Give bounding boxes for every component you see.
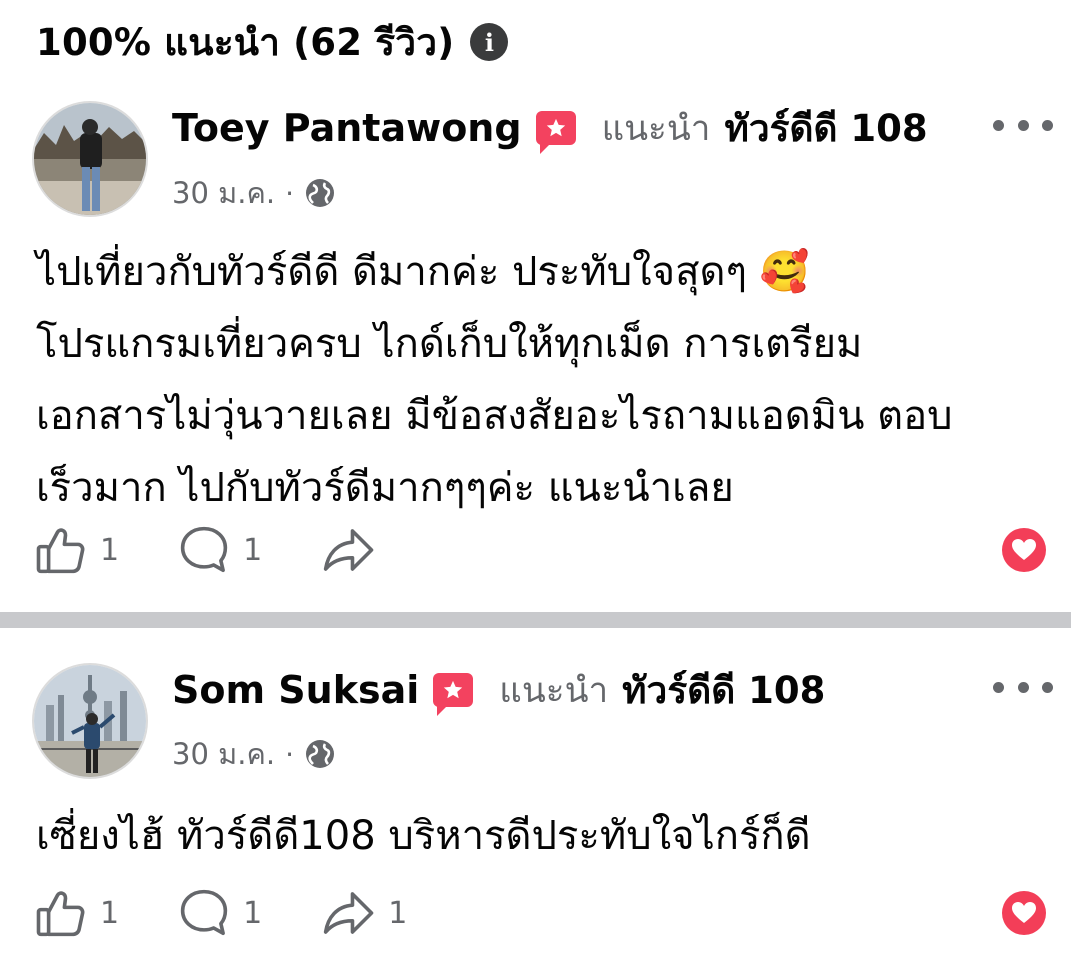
share-button[interactable]: 1 bbox=[320, 886, 407, 940]
love-reaction-icon[interactable] bbox=[1001, 527, 1047, 573]
avatar[interactable] bbox=[34, 665, 146, 777]
comment-count: 1 bbox=[243, 895, 263, 931]
more-options-icon[interactable] bbox=[993, 110, 1053, 140]
page-name-link[interactable]: ทัวร์ดีดี 108 bbox=[724, 99, 927, 158]
globe-icon bbox=[304, 738, 336, 770]
reviews-header: 100% แนะนำ (62 รีวิว) i bbox=[36, 14, 509, 70]
share-count: 1 bbox=[388, 895, 408, 931]
like-count: 1 bbox=[100, 895, 120, 931]
post-actions: 1 1 1 bbox=[34, 885, 1047, 941]
comment-icon bbox=[177, 523, 231, 577]
recommend-badge-icon bbox=[535, 111, 576, 154]
author-name[interactable]: Som Suksai bbox=[172, 668, 419, 712]
like-icon bbox=[34, 523, 88, 577]
like-count: 1 bbox=[100, 532, 120, 568]
reviews-summary-title: 100% แนะนำ (62 รีวิว) bbox=[36, 20, 455, 64]
review-text: เซี่ยงไฮ้ ทัวร์ดีดี108 บริหารดีประทับใจไ… bbox=[36, 813, 811, 859]
review-text: ไปเที่ยวกับทัวร์ดีดี ดีมากค่ะ ประทับใจสุ… bbox=[36, 249, 953, 511]
like-button[interactable]: 1 bbox=[34, 523, 119, 577]
love-reaction-icon[interactable] bbox=[1001, 890, 1047, 936]
comment-button[interactable]: 1 bbox=[177, 886, 262, 940]
comment-icon bbox=[177, 886, 231, 940]
post-divider bbox=[0, 612, 1071, 628]
post-date[interactable]: 30 ม.ค. bbox=[172, 731, 275, 777]
share-button[interactable] bbox=[320, 523, 388, 577]
meta-separator: · bbox=[285, 737, 294, 771]
author-name[interactable]: Toey Pantawong bbox=[172, 106, 522, 150]
share-icon bbox=[320, 523, 376, 577]
post-actions: 1 1 bbox=[34, 522, 1047, 578]
post-date[interactable]: 30 ม.ค. bbox=[172, 170, 275, 216]
globe-icon bbox=[304, 177, 336, 209]
post-header: Toey Pantawong แนะนำ ทัวร์ดีดี 108 bbox=[172, 100, 928, 156]
recommend-verb: แนะนำ bbox=[499, 670, 609, 711]
recommend-verb: แนะนำ bbox=[601, 108, 711, 149]
avatar[interactable] bbox=[34, 103, 146, 215]
info-icon[interactable]: i bbox=[470, 23, 509, 61]
comment-button[interactable]: 1 bbox=[177, 523, 262, 577]
comment-count: 1 bbox=[243, 532, 263, 568]
like-button[interactable]: 1 bbox=[34, 886, 119, 940]
recommend-badge-icon bbox=[433, 673, 474, 716]
share-icon bbox=[320, 886, 376, 940]
like-icon bbox=[34, 886, 88, 940]
post-meta: 30 ม.ค. · bbox=[172, 172, 336, 214]
page-name-link[interactable]: ทัวร์ดีดี 108 bbox=[622, 661, 825, 720]
more-options-icon[interactable] bbox=[993, 672, 1053, 702]
post-meta: 30 ม.ค. · bbox=[172, 733, 336, 775]
meta-separator: · bbox=[285, 176, 294, 210]
post-header: Som Suksai แนะนำ ทัวร์ดีดี 108 bbox=[172, 662, 825, 718]
